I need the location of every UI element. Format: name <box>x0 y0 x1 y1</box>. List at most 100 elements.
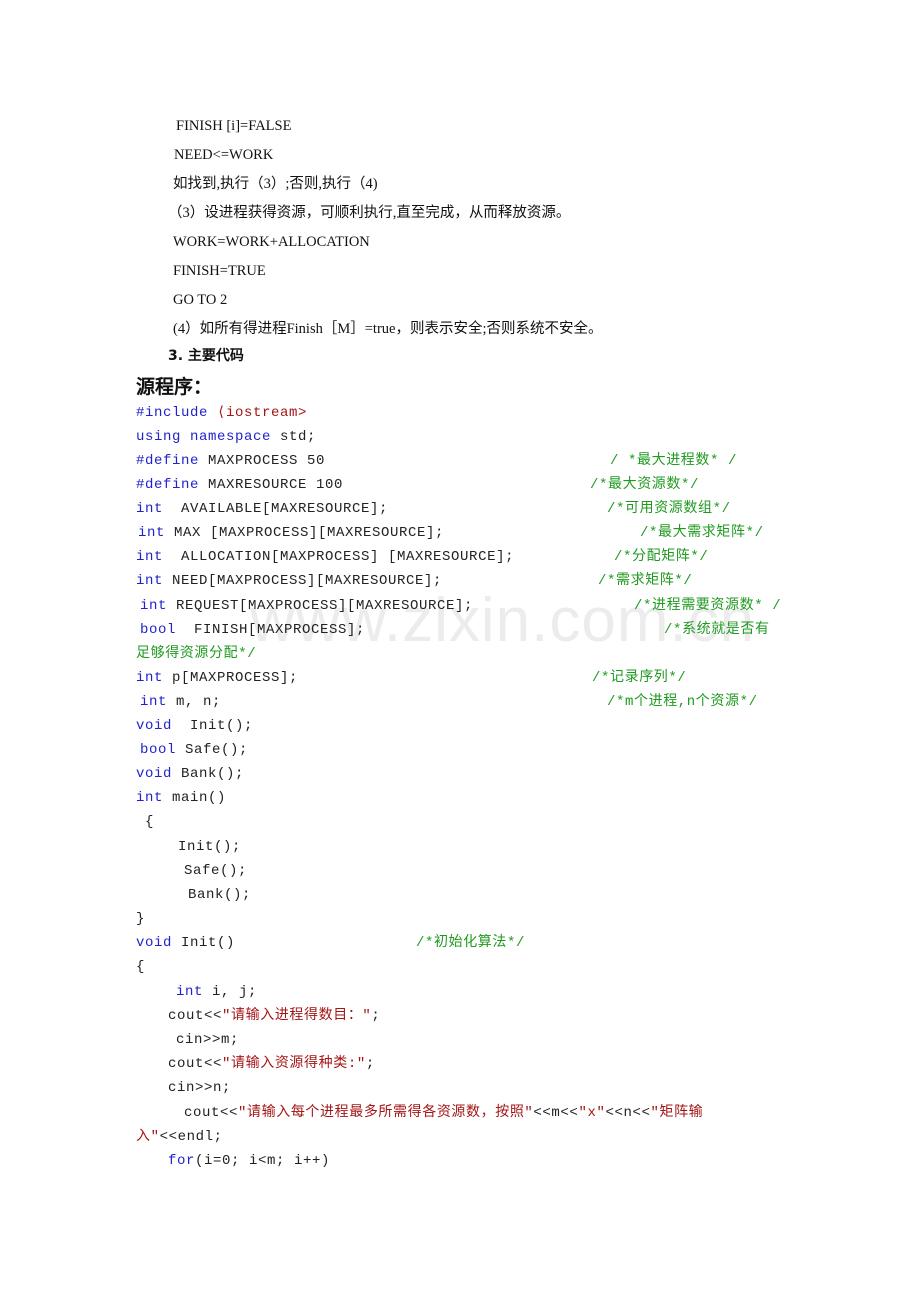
code-keyword: int <box>176 984 204 1000</box>
code-keyword: int <box>136 549 164 565</box>
code-string: ⟨iostream> <box>208 405 308 421</box>
code-line: int p[MAXPROCESS]; <box>136 668 298 688</box>
code-text: Bank(); <box>172 766 245 782</box>
code-text: std; <box>271 429 317 445</box>
code-line: int i, j; <box>176 982 257 1002</box>
code-text: Init(); <box>172 718 254 734</box>
code-line: cout<<"请输入每个进程最多所需得各资源数，按照"<<m<<"x"<<n<<… <box>184 1103 703 1123</box>
code-comment: /*最大资源数*/ <box>590 477 700 493</box>
code-line: int NEED[MAXPROCESS][MAXRESOURCE]; <box>136 571 442 591</box>
code-keyword: int <box>136 573 164 589</box>
code-text: NEED[MAXPROCESS][MAXRESOURCE]; <box>163 573 443 589</box>
code-line: #define MAXRESOURCE 100 <box>136 475 343 495</box>
code-comment: / *最大进程数* / <box>610 453 738 469</box>
code-line: Bank(); <box>188 887 252 903</box>
code-keyword: bool <box>140 622 177 638</box>
code-line: #include ⟨iostream> <box>136 403 307 423</box>
code-keyword: #define <box>136 453 200 469</box>
code-text: p[MAXPROCESS]; <box>163 670 299 686</box>
code-text: MAXRESOURCE 100 <box>199 477 344 493</box>
code-keyword: void <box>136 766 173 782</box>
code-keyword: void <box>136 935 173 951</box>
code-text: Safe(); <box>176 742 249 758</box>
code-text: m, n; <box>167 694 222 710</box>
code-line: using namespace std; <box>136 427 316 447</box>
code-line: cin>>m; <box>176 1032 240 1048</box>
code-keyword: int <box>136 790 164 806</box>
step-need-le-work: NEED<=WORK <box>174 147 274 163</box>
source-heading: 源程序： <box>136 376 213 398</box>
code-comment: /*需求矩阵*/ <box>598 573 693 589</box>
code-comment: /*初始化算法*/ <box>416 935 526 951</box>
code-line: for(i=0; i<m; i++) <box>168 1151 330 1171</box>
code-line: void Init(); <box>136 716 253 736</box>
step-4-description: (4）如所有得进程Finish［M］=true，则表示安全;否则系统不安全。 <box>173 321 603 337</box>
code-comment: /*记录序列*/ <box>592 670 687 686</box>
code-text: main() <box>163 790 227 806</box>
step-3-description: （3）设进程获得资源，可顺利执行,直至完成，从而释放资源。 <box>168 205 571 221</box>
code-line: { <box>136 959 146 975</box>
code-keyword: #define <box>136 477 200 493</box>
code-string: "请输入每个进程最多所需得各资源数，按照" <box>238 1105 534 1121</box>
code-keyword: int <box>138 525 166 541</box>
code-line: int REQUEST[MAXPROCESS][MAXRESOURCE]; <box>140 596 473 616</box>
code-line: Safe(); <box>184 863 248 879</box>
code-line: int AVAILABLE[MAXRESOURCE]; <box>136 499 388 519</box>
code-text: ALLOCATION[MAXPROCESS] [MAXRESOURCE]; <box>163 549 515 565</box>
code-string: "请输入进程得数目：" <box>222 1008 372 1024</box>
code-line: void Init() <box>136 933 235 953</box>
code-comment: /*进程需要资源数* / <box>634 598 782 614</box>
code-string: "x" <box>578 1105 606 1121</box>
code-text: Init() <box>172 935 236 951</box>
document-page: www.zixin.com.cn FINISH [i]=FALSE NEED<=… <box>0 0 920 1302</box>
code-text: MAXPROCESS 50 <box>199 453 326 469</box>
code-line: int main() <box>136 788 226 808</box>
code-keyword: int <box>136 670 164 686</box>
code-keyword: int <box>140 598 168 614</box>
code-string: 入" <box>136 1129 160 1145</box>
code-comment: 足够得资源分配*/ <box>136 646 257 662</box>
step-work-update: WORK=WORK+ALLOCATION <box>173 234 370 250</box>
code-line: bool FINISH[MAXPROCESS]; <box>140 620 365 640</box>
code-line: int ALLOCATION[MAXPROCESS] [MAXRESOURCE]… <box>136 547 514 567</box>
code-line: bool Safe(); <box>140 740 248 760</box>
code-line: cin>>n; <box>168 1080 232 1096</box>
step-finish-true: FINISH=TRUE <box>173 263 266 279</box>
code-text: cout<< <box>168 1008 223 1024</box>
code-text: <<n<< <box>605 1105 651 1121</box>
step-goto: GO TO 2 <box>173 292 228 308</box>
step-if-found: 如找到,执行（3）;否则,执行（4) <box>173 176 378 192</box>
code-line: cout<<"请输入资源得种类:"; <box>168 1054 375 1074</box>
code-text: AVAILABLE[MAXRESOURCE]; <box>163 501 389 517</box>
code-keyword: int <box>140 694 168 710</box>
code-keyword: #include <box>136 405 209 421</box>
code-string: "请输入资源得种类:" <box>222 1056 366 1072</box>
code-line: { <box>136 814 155 830</box>
code-keyword: for <box>168 1153 196 1169</box>
code-line: Init(); <box>178 839 242 855</box>
section-heading: 3. 主要代码 <box>168 348 244 364</box>
step-finish-false: FINISH [i]=FALSE <box>176 118 292 134</box>
code-string: "矩阵输 <box>650 1105 704 1121</box>
code-comment: /*分配矩阵*/ <box>614 549 709 565</box>
code-keyword: int <box>136 501 164 517</box>
code-keyword: void <box>136 718 173 734</box>
code-line: } <box>136 911 146 927</box>
code-keyword: bool <box>140 742 177 758</box>
code-text: cout<< <box>184 1105 239 1121</box>
code-text: cout<< <box>168 1056 223 1072</box>
code-line: int m, n; <box>140 692 221 712</box>
code-keyword: using namespace <box>136 429 272 445</box>
code-line: cout<<"请输入进程得数目："; <box>168 1006 380 1026</box>
code-comment: /*m个进程,n个资源*/ <box>607 694 758 710</box>
code-comment: /*可用资源数组*/ <box>607 501 731 517</box>
code-comment: /*最大需求矩阵*/ <box>640 525 764 541</box>
code-line: #define MAXPROCESS 50 <box>136 451 325 471</box>
code-text: ; <box>371 1008 381 1024</box>
code-text: ; <box>365 1056 375 1072</box>
code-line: void Bank(); <box>136 764 244 784</box>
code-text: FINISH[MAXPROCESS]; <box>176 622 366 638</box>
code-line: int MAX [MAXPROCESS][MAXRESOURCE]; <box>138 523 444 543</box>
code-text: MAX [MAXPROCESS][MAXRESOURCE]; <box>165 525 445 541</box>
code-comment: /*系统就是否有 <box>664 622 770 638</box>
